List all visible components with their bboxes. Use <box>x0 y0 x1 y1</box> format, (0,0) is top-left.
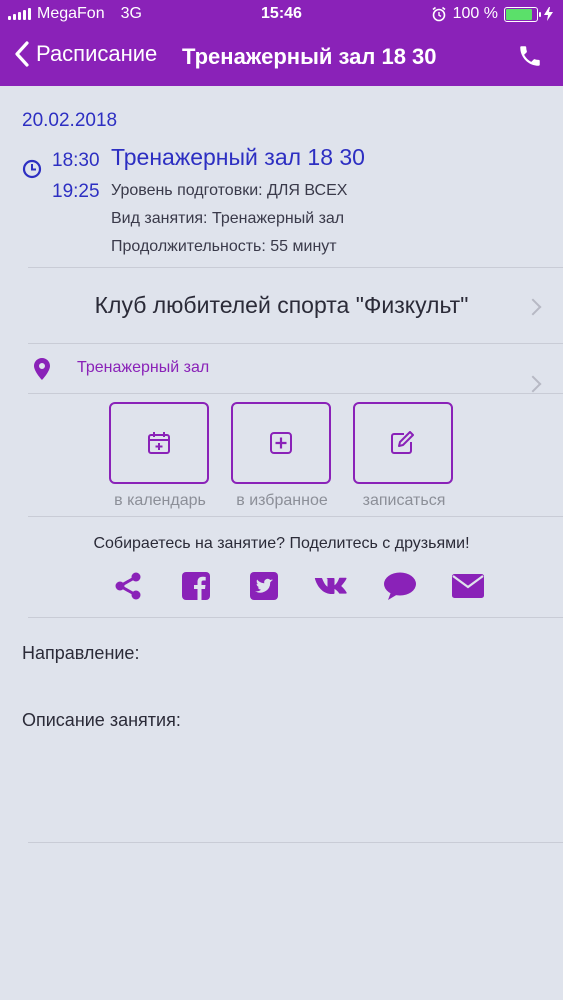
social-share-bar <box>94 568 502 604</box>
battery-percent: 100 % <box>452 5 498 22</box>
phone-button[interactable] <box>517 43 543 74</box>
divider <box>28 617 563 618</box>
club-link[interactable]: Клуб любителей спорта "Физкульт" <box>0 292 563 319</box>
add-to-favorites-label: в избранное <box>236 492 328 509</box>
type-text: Вид занятия: Тренажерный зал <box>111 210 345 227</box>
phone-icon <box>520 46 540 66</box>
sign-up-button[interactable]: записаться <box>353 402 455 510</box>
add-to-calendar-button[interactable]: в календарь <box>109 402 211 510</box>
level-text: Уровень подготовки: ДЛЯ ВСЕХ <box>111 182 348 199</box>
add-to-favorites-button[interactable]: в избранное <box>231 402 333 510</box>
divider <box>28 516 563 517</box>
calendar-plus-icon <box>148 432 170 454</box>
description-heading: Описание занятия: <box>22 710 181 730</box>
status-bar: MegaFon 3G 15:46 100 % <box>0 0 563 30</box>
divider <box>28 393 563 394</box>
vk-share-button[interactable] <box>298 568 366 604</box>
back-label: Расписание <box>36 41 158 66</box>
email-share-button[interactable] <box>434 568 502 604</box>
edit-icon <box>391 431 414 454</box>
start-time: 18:30 <box>52 150 100 171</box>
facebook-share-button[interactable] <box>162 568 230 604</box>
battery-icon <box>504 6 541 22</box>
vk-icon <box>314 577 347 594</box>
chevron-left-icon <box>15 41 29 67</box>
facebook-icon <box>182 572 210 600</box>
clock-icon <box>22 159 42 179</box>
sign-up-label: записаться <box>362 492 446 509</box>
charging-icon <box>544 7 553 21</box>
chevron-right-icon <box>524 375 542 393</box>
email-icon <box>452 574 484 598</box>
page-title: Тренажерный зал 18 30 <box>182 44 437 69</box>
add-to-calendar-label: в календарь <box>114 492 206 509</box>
nav-bar: Расписание Тренажерный зал 18 30 <box>0 30 563 86</box>
divider <box>28 842 563 843</box>
location-pin-icon <box>34 358 50 380</box>
plus-square-icon <box>270 432 292 454</box>
share-button[interactable] <box>94 568 162 604</box>
share-prompt: Собираетесь на занятие? Поделитесь с дру… <box>93 535 470 552</box>
share-icon <box>115 572 141 600</box>
divider <box>28 343 563 344</box>
location-link[interactable]: Тренажерный зал <box>77 359 209 377</box>
message-share-button[interactable] <box>366 568 434 604</box>
alarm-icon <box>432 6 446 22</box>
divider <box>28 267 563 268</box>
message-icon <box>384 572 416 600</box>
action-buttons: в календарь в избранное записаться <box>109 402 455 510</box>
back-button[interactable]: Расписание <box>14 40 157 68</box>
session-date: 20.02.2018 <box>22 110 118 131</box>
end-time: 19:25 <box>52 181 100 202</box>
session-title: Тренажерный зал 18 30 <box>111 144 365 170</box>
twitter-icon <box>250 572 278 600</box>
duration-text: Продолжительность: 55 минут <box>111 238 337 255</box>
twitter-share-button[interactable] <box>230 568 298 604</box>
direction-heading: Направление: <box>22 643 140 663</box>
